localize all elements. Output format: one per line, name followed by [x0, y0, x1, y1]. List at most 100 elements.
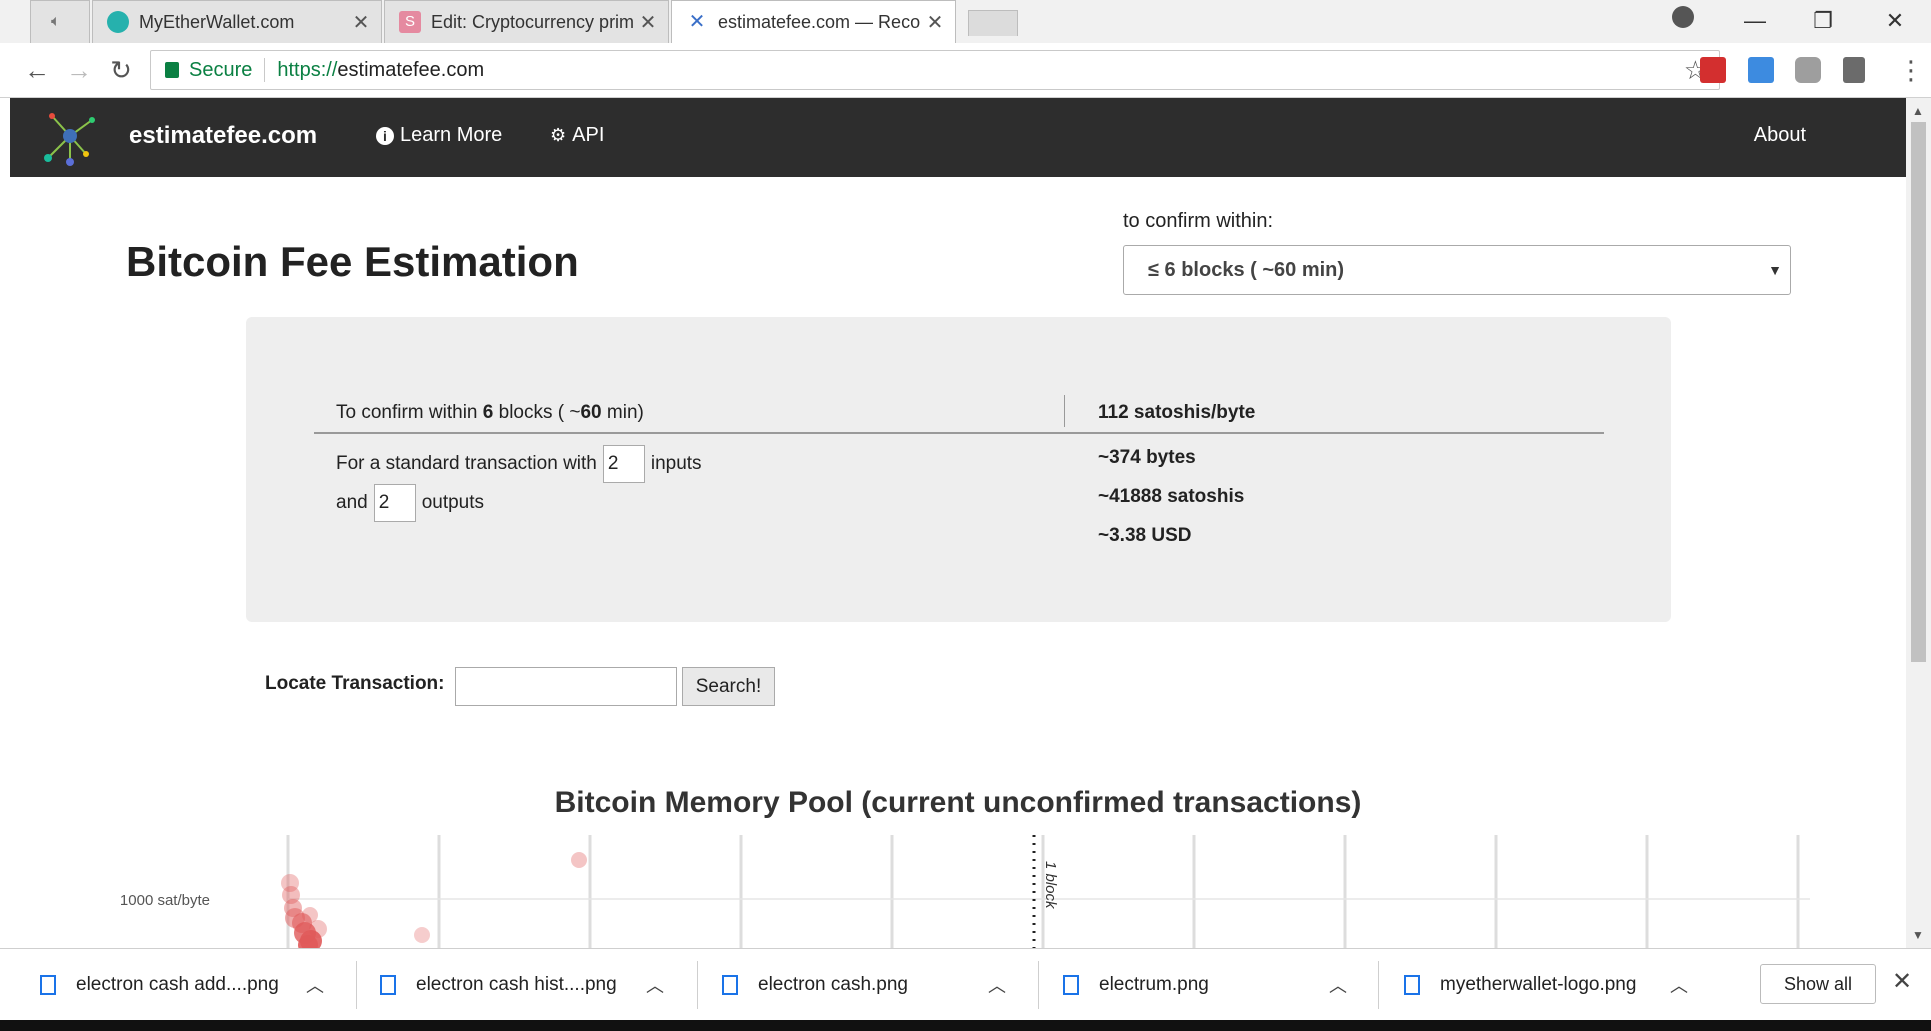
panel-vertical-divider — [1064, 395, 1065, 427]
show-all-downloads-button[interactable]: Show all — [1760, 964, 1876, 1004]
chevron-up-icon[interactable]: ︿ — [646, 972, 664, 998]
download-item[interactable]: electron cash.png ︿ — [712, 949, 1006, 1021]
close-tab-icon[interactable]: ✕ — [925, 10, 945, 35]
browser-tab-bar: 🔈︎ MyEtherWallet.com ✕ S Edit: Cryptocur… — [0, 0, 1931, 43]
forward-arrow-icon[interactable]: → — [62, 53, 96, 87]
transaction-inputs-row: For a standard transaction with 2 inputs — [336, 445, 702, 483]
data-point — [309, 920, 327, 938]
image-file-icon — [1404, 975, 1420, 995]
downloads-shelf: electron cash add....png ︿ electron cash… — [0, 948, 1931, 1020]
one-block-marker-label: 1 block — [1042, 861, 1059, 910]
camera-extension-icon[interactable] — [1795, 57, 1821, 83]
gears-icon: ⚙ — [550, 125, 567, 145]
dropdown-caret-icon: ▼ — [1768, 262, 1782, 278]
page-scrollbar[interactable]: ▲ ▼ — [1906, 98, 1931, 948]
restore-icon[interactable]: ❐ — [1803, 6, 1843, 36]
close-tab-icon[interactable]: ✕ — [351, 10, 371, 35]
confirm-within-value: ≤ 6 blocks ( ~60 min) — [1148, 259, 1345, 281]
download-item[interactable]: electron cash add....png ︿ — [30, 949, 324, 1021]
tab-muted-audio[interactable]: 🔈︎ — [30, 0, 90, 43]
transaction-size-value: ~374 bytes — [1098, 447, 1196, 468]
download-separator — [1038, 961, 1039, 1009]
inputs-word: inputs — [650, 453, 702, 475]
new-tab-button[interactable] — [968, 10, 1018, 36]
tab-title: MyEtherWallet.com — [139, 11, 295, 32]
confirm-prefix: To confirm within — [336, 402, 478, 423]
api-label: API — [572, 124, 605, 146]
about-link[interactable]: About — [1754, 124, 1806, 147]
close-shelf-icon[interactable]: ✕ — [1892, 967, 1912, 996]
address-separator — [264, 58, 266, 82]
tab-myetherwallet[interactable]: MyEtherWallet.com ✕ — [92, 0, 382, 43]
estimatefee-favicon-icon: ✕ — [688, 11, 706, 33]
api-link[interactable]: ⚙ API — [550, 124, 604, 147]
outputs-word: outputs — [421, 492, 485, 514]
total-satoshis-value: ~41888 satoshis — [1098, 486, 1245, 507]
reload-icon[interactable]: ↻ — [104, 53, 138, 87]
blocks-word: blocks ( ~ — [498, 402, 581, 423]
download-filename: electron cash.png — [758, 974, 908, 995]
web-page: estimatefee.com i Learn More ⚙ API About… — [10, 98, 1906, 948]
confirm-within-select[interactable]: ≤ 6 blocks ( ~60 min) ▼ — [1123, 245, 1791, 295]
tab-title: estimatefee.com — Reco — [718, 11, 921, 32]
address-bar[interactable]: Secure https:// estimatefee.com ☆ — [150, 50, 1720, 90]
eyedropper-extension-icon[interactable] — [1843, 57, 1865, 83]
transaction-prefix: For a standard transaction with — [336, 453, 597, 475]
search-button[interactable]: Search! — [682, 667, 775, 706]
outputs-count-input[interactable]: 2 — [373, 484, 416, 522]
learn-more-label: Learn More — [400, 124, 503, 146]
scroll-thumb[interactable] — [1911, 122, 1926, 662]
chart-points — [281, 852, 587, 948]
minimize-icon[interactable]: — — [1735, 6, 1775, 36]
chevron-up-icon[interactable]: ︿ — [306, 972, 324, 998]
tab-edit-cryptocurrency[interactable]: S Edit: Cryptocurrency prim ✕ — [384, 0, 669, 43]
url-scheme: https:// — [277, 58, 338, 81]
download-separator — [697, 961, 698, 1009]
site-brand-link[interactable]: estimatefee.com — [129, 122, 317, 150]
browser-menu-icon[interactable]: ⋮ — [1898, 55, 1924, 86]
url-host: estimatefee.com — [337, 58, 485, 81]
download-item[interactable]: myetherwallet-logo.png ︿ — [1394, 949, 1688, 1021]
chart-title: Bitcoin Memory Pool (current unconfirmed… — [554, 786, 1362, 819]
tab-estimatefee[interactable]: ✕ estimatefee.com — Reco ✕ — [671, 0, 956, 43]
inputs-count-input[interactable]: 2 — [602, 445, 645, 483]
download-filename: electrum.png — [1099, 974, 1209, 995]
scroll-up-arrow-icon[interactable]: ▲ — [1912, 104, 1924, 118]
estimatefee-logo-icon[interactable] — [40, 108, 100, 168]
download-separator — [1378, 961, 1379, 1009]
image-file-icon — [722, 975, 738, 995]
translate-extension-icon[interactable] — [1748, 57, 1774, 83]
download-item[interactable]: electron cash hist....png ︿ — [370, 949, 664, 1021]
download-filename: myetherwallet-logo.png — [1440, 974, 1637, 995]
chevron-up-icon[interactable]: ︿ — [1670, 972, 1688, 998]
chevron-up-icon[interactable]: ︿ — [988, 972, 1006, 998]
y-tick-label: 1000 sat/byte — [120, 892, 210, 909]
page-title: Bitcoin Fee Estimation — [126, 238, 579, 285]
back-arrow-icon[interactable]: ← — [20, 53, 54, 87]
chevron-up-icon[interactable]: ︿ — [1329, 972, 1347, 998]
os-taskbar — [0, 1020, 1931, 1031]
close-tab-icon[interactable]: ✕ — [638, 10, 658, 35]
lock-icon — [165, 62, 179, 78]
download-separator — [356, 961, 357, 1009]
learn-more-link[interactable]: i Learn More — [376, 124, 502, 147]
transaction-outputs-row: and 2 outputs — [336, 484, 484, 522]
confirm-within-label: to confirm within: — [1123, 210, 1274, 232]
download-filename: electron cash hist....png — [416, 974, 617, 995]
profile-icon[interactable] — [1672, 6, 1694, 28]
close-window-icon[interactable]: ✕ — [1875, 6, 1915, 36]
image-file-icon — [1063, 975, 1079, 995]
fee-estimate-panel: To confirm within 6 blocks ( ~60 min) 11… — [246, 317, 1671, 622]
locate-transaction-input[interactable] — [455, 667, 677, 706]
mempool-chart: 1000 sat/byte 1 block — [120, 835, 1810, 948]
confirm-blocks: 6 — [482, 402, 494, 423]
browser-toolbar: ← → ↻ Secure https:// estimatefee.com ☆ … — [0, 43, 1931, 98]
minutes-suffix: min) — [606, 402, 644, 423]
download-item[interactable]: electrum.png ︿ — [1053, 949, 1347, 1021]
confirm-summary: To confirm within 6 blocks ( ~60 min) — [336, 402, 644, 424]
scroll-down-arrow-icon[interactable]: ▼ — [1912, 928, 1924, 942]
image-file-icon — [40, 975, 56, 995]
tab-title: Edit: Cryptocurrency prim — [431, 11, 635, 32]
total-usd-value: ~3.38 USD — [1098, 525, 1192, 546]
lastpass-extension-icon[interactable] — [1700, 57, 1726, 83]
